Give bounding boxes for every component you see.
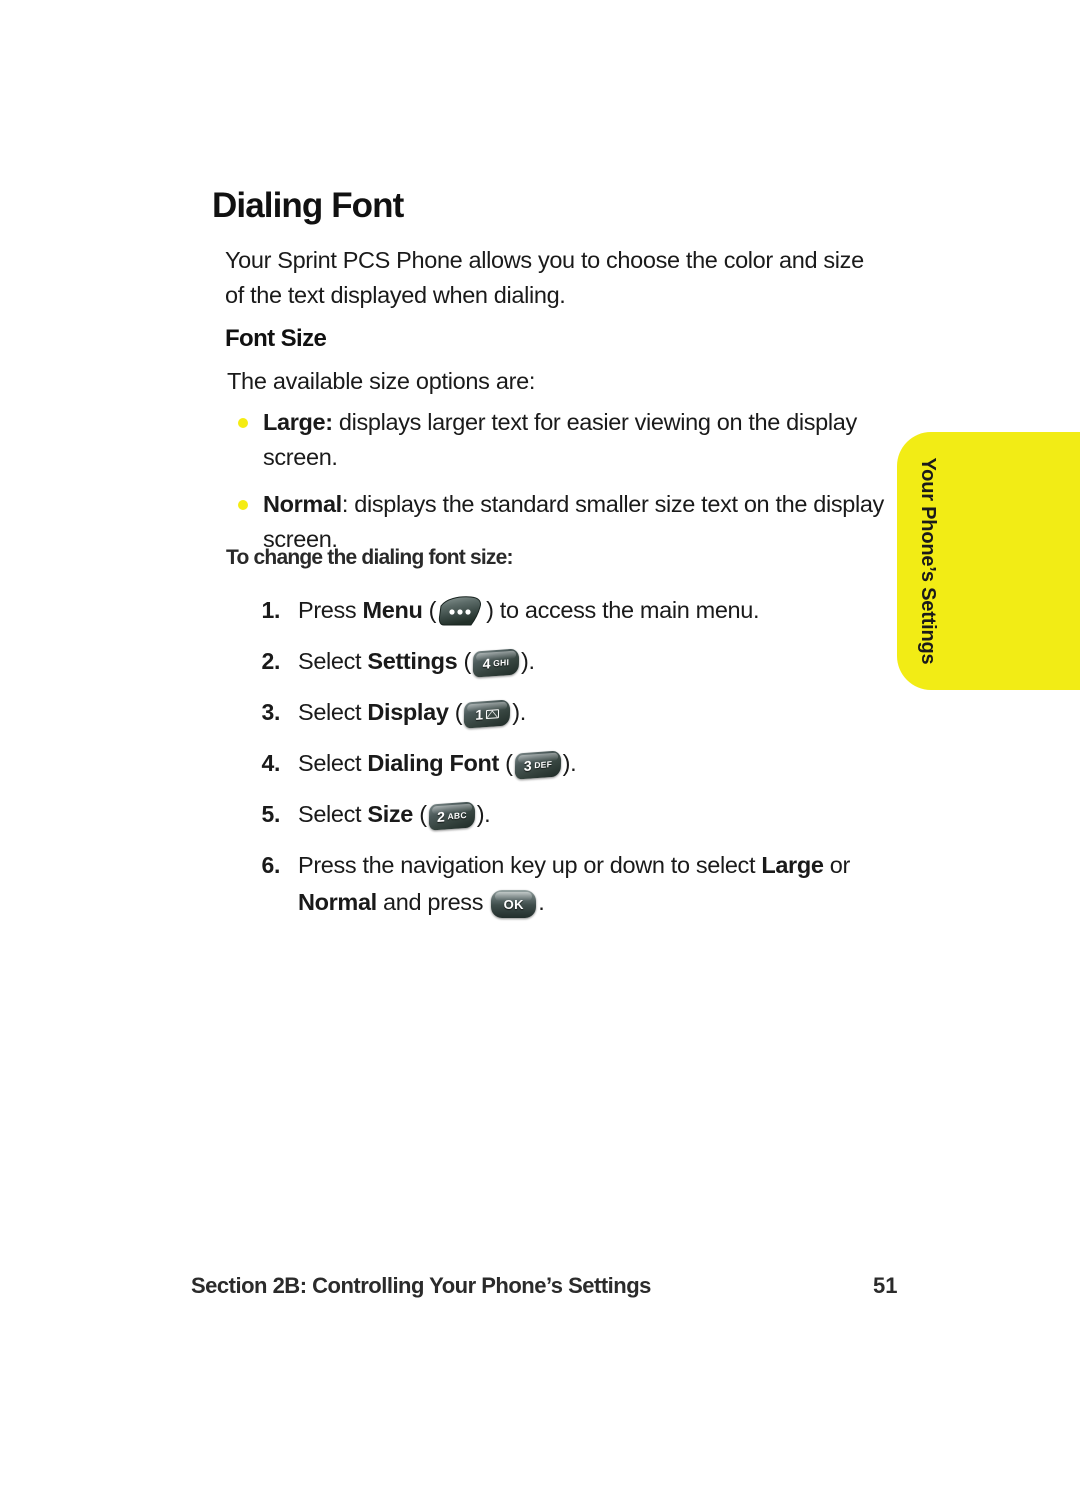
list-item: 6. Press the navigation key up or down to… bbox=[240, 847, 890, 921]
manual-page: Your Phone’s Settings Dialing Font Your … bbox=[0, 0, 1080, 1496]
step-number: 2. bbox=[261, 648, 281, 674]
envelope-icon bbox=[485, 708, 500, 719]
step-text: ( bbox=[457, 648, 471, 674]
section-heading: Font Size bbox=[225, 325, 327, 352]
step-number: 5. bbox=[261, 801, 281, 827]
list-item: 2. Select Settings (4 GHI). bbox=[240, 643, 890, 680]
key-digit-label: 4 bbox=[482, 655, 491, 672]
list-item-description: displays larger text for easier viewing … bbox=[263, 409, 857, 470]
footer-page-number: 51 bbox=[873, 1273, 898, 1298]
step-text: Press the navigation key up or down to s… bbox=[298, 852, 762, 878]
step-text: . bbox=[538, 889, 545, 915]
step-emphasis: Dialing Font bbox=[367, 750, 499, 776]
step-text: Select bbox=[298, 648, 368, 674]
step-text: ) to access the main menu. bbox=[486, 597, 760, 623]
options-lead-text: The available size options are: bbox=[227, 368, 536, 394]
key-letters-label: ABC bbox=[447, 809, 467, 822]
step-text: ). bbox=[562, 750, 577, 776]
step-text: ( bbox=[448, 699, 463, 725]
step-emphasis: Size bbox=[367, 801, 414, 827]
options-bullet-list: Large: displays larger text for easier v… bbox=[235, 405, 895, 569]
step-number: 3. bbox=[261, 699, 281, 725]
list-item-term: Large: bbox=[263, 409, 333, 435]
key-digit-label: 1 bbox=[475, 706, 484, 723]
key-face: 2 ABC bbox=[428, 801, 474, 830]
ok-key-label: OK bbox=[503, 896, 524, 912]
bullet-dot-icon bbox=[238, 418, 248, 428]
list-item-description: : displays the standard smaller size tex… bbox=[263, 491, 884, 552]
step-text: and press bbox=[376, 889, 490, 915]
step-text: or bbox=[823, 852, 851, 878]
key-1-envelope-icon: 1 bbox=[463, 699, 511, 729]
bullet-dot-icon bbox=[238, 500, 248, 510]
step-text: ( bbox=[413, 801, 427, 827]
key-2-abc-icon: 2 ABC bbox=[428, 801, 475, 831]
list-item-term: Normal bbox=[263, 491, 342, 517]
step-number: 6. bbox=[261, 852, 281, 878]
step-number: 4. bbox=[261, 750, 281, 776]
list-item: 3. Select Display (1). bbox=[240, 694, 890, 731]
list-item: 5. Select Size (2 ABC). bbox=[240, 796, 890, 833]
procedure-heading: To change the dialing font size: bbox=[226, 546, 513, 569]
step-text: ). bbox=[476, 801, 491, 827]
key-face: 4 GHI bbox=[473, 648, 519, 677]
menu-key-icon bbox=[438, 595, 484, 627]
step-text: ( bbox=[422, 597, 437, 623]
key-face: 3 DEF bbox=[514, 750, 560, 779]
side-tab: Your Phone’s Settings bbox=[897, 432, 1080, 690]
key-digit-label: 3 bbox=[523, 757, 532, 775]
intro-paragraph: Your Sprint PCS Phone allows you to choo… bbox=[225, 247, 864, 308]
procedure-steps: 1. Press Menu ( ) to access the main menu.… bbox=[240, 592, 890, 935]
ok-key-icon: OK bbox=[491, 890, 537, 918]
key-3-def-icon: 3 DEF bbox=[514, 750, 561, 780]
list-item: Large: displays larger text for easier v… bbox=[235, 405, 895, 475]
list-item: 1. Press Menu ( ) to access the main menu. bbox=[240, 592, 890, 629]
step-emphasis: Display bbox=[367, 699, 449, 725]
side-tab-label: Your Phone’s Settings bbox=[917, 457, 940, 665]
step-text: Select bbox=[298, 699, 368, 725]
step-text: ). bbox=[520, 648, 535, 674]
step-emphasis: Menu bbox=[362, 597, 423, 623]
step-text: Select bbox=[298, 750, 368, 776]
key-letters-label: GHI bbox=[493, 656, 510, 668]
step-text: ( bbox=[498, 750, 513, 776]
step-text: ). bbox=[512, 699, 526, 725]
key-4-ghi-icon: 4 GHI bbox=[472, 648, 520, 678]
step-number: 1. bbox=[261, 597, 281, 623]
step-emphasis: Large bbox=[761, 852, 824, 878]
key-face: 1 bbox=[464, 699, 510, 728]
footer-section-label: Section 2B: Controlling Your Phone’s Set… bbox=[191, 1273, 651, 1298]
key-letters-label: DEF bbox=[533, 758, 552, 771]
step-emphasis: Normal bbox=[298, 889, 377, 915]
page-title: Dialing Font bbox=[212, 186, 404, 225]
step-text: Press bbox=[298, 597, 363, 623]
list-item: 4. Select Dialing Font (3 DEF). bbox=[240, 745, 890, 782]
step-text: Select bbox=[298, 801, 368, 827]
key-digit-label: 2 bbox=[436, 808, 445, 826]
step-emphasis: Settings bbox=[367, 648, 458, 674]
